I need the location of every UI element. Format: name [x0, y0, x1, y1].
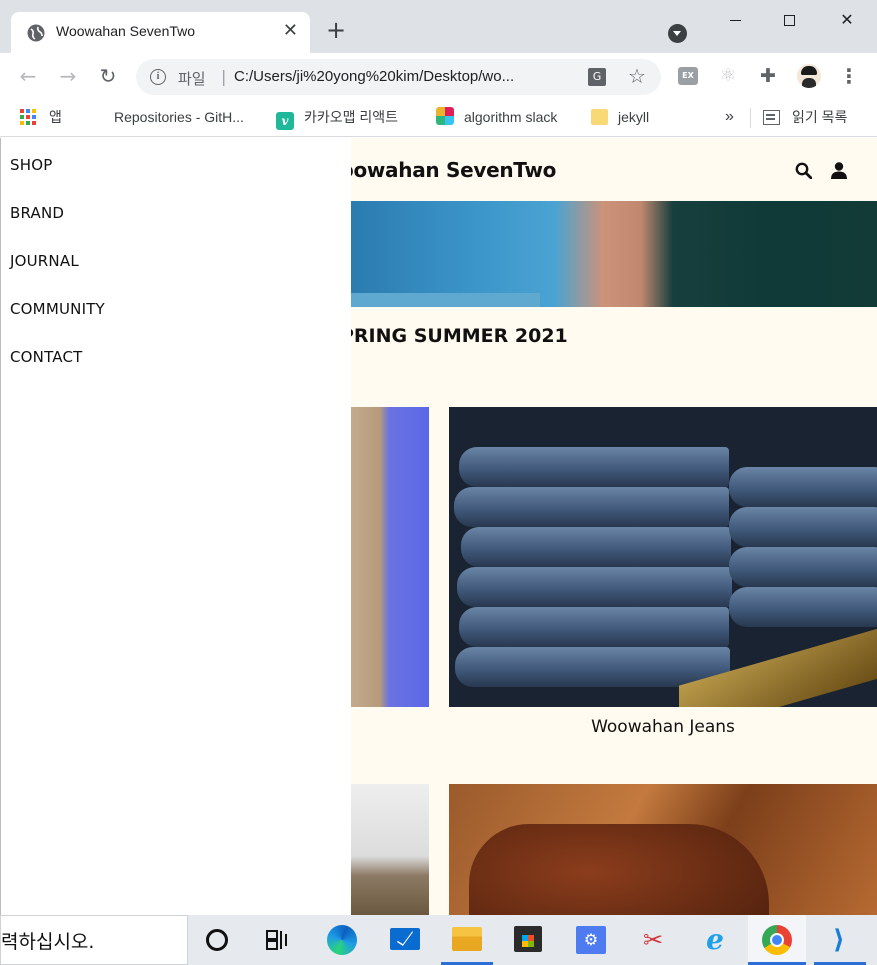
bookmarks-divider	[750, 108, 751, 128]
menu-item-community[interactable]: COMMUNITY	[10, 300, 105, 318]
snip-sketch-icon[interactable]: ✂	[638, 925, 668, 955]
bookmark-jekyll[interactable]: jekyll	[591, 107, 649, 127]
menu-item-brand[interactable]: BRAND	[10, 204, 64, 222]
side-menu: SHOP BRAND JOURNAL COMMUNITY CONTACT	[0, 138, 351, 915]
cortana-icon[interactable]	[206, 929, 228, 951]
globe-icon	[27, 24, 45, 42]
task-view-icon[interactable]	[266, 930, 290, 950]
tab-title: Woowahan SevenTwo	[56, 23, 196, 39]
reload-icon[interactable]: ↻	[96, 64, 120, 88]
jeans-fold	[459, 607, 729, 647]
bookmark-kakaomap[interactable]: v 카카오맵 리액트	[276, 107, 399, 130]
bookmark-algorithm-slack[interactable]: algorithm slack	[436, 107, 557, 127]
bookmark-label: jekyll	[618, 109, 650, 125]
profile-avatar[interactable]	[797, 64, 821, 88]
site-title[interactable]: oowahan SevenTwo	[340, 158, 556, 182]
slack-icon	[436, 107, 454, 125]
shirt-product-image[interactable]	[340, 407, 429, 707]
url-text[interactable]: C:/Users/ji%20yong%20kim/Desktop/wo...	[234, 68, 574, 85]
url-scheme: 파일	[178, 70, 206, 88]
extensions-puzzle-icon[interactable]: ✚	[757, 65, 779, 87]
bookmark-label: Repositories - GitH...	[114, 109, 244, 125]
jeans-fold	[729, 587, 877, 627]
jeans-fold	[454, 487, 729, 527]
jeans-fold	[729, 507, 877, 547]
taskbar-search-placeholder: 력하십시오.	[1, 931, 95, 953]
react-devtools-icon[interactable]: ⚛	[717, 65, 739, 87]
tab-close-icon[interactable]: ✕	[283, 20, 298, 42]
boots-product-image[interactable]	[449, 784, 877, 915]
translate-icon[interactable]: G	[588, 68, 606, 86]
folder-icon	[591, 109, 608, 125]
bookmark-repositories[interactable]: Repositories - GitH...	[114, 107, 244, 127]
internet-explorer-icon[interactable]: e	[700, 925, 730, 955]
jeans-caption[interactable]: Woowahan Jeans	[449, 717, 877, 737]
url-separator: |	[221, 67, 227, 86]
reading-list-button[interactable]: 읽기 목록	[763, 107, 847, 127]
menu-item-contact[interactable]: CONTACT	[10, 348, 83, 366]
apps-grid-icon	[20, 109, 36, 125]
new-tab-button[interactable]: +	[326, 18, 346, 42]
bookmarks-bar: 앱 Repositories - GitH... v 카카오맵 리액트 algor…	[0, 99, 877, 137]
tab-search-icon[interactable]	[668, 24, 687, 43]
hero-image	[340, 201, 877, 307]
maximize-button[interactable]	[766, 6, 812, 34]
bookmark-apps-label: 앱	[49, 109, 62, 125]
close-window-button[interactable]: ✕	[824, 6, 870, 34]
file-explorer-icon[interactable]	[452, 927, 482, 951]
bookmarks-overflow-button[interactable]: »	[725, 107, 734, 127]
bookmark-star-icon[interactable]: ☆	[628, 64, 646, 88]
reading-list-label: 읽기 목록	[792, 109, 848, 125]
vscode-icon[interactable]: ⟩	[824, 925, 854, 955]
reading-list-icon	[763, 110, 780, 125]
jeans-fold	[461, 527, 731, 567]
edge-icon[interactable]	[327, 925, 357, 955]
info-icon[interactable]: i	[150, 69, 166, 85]
user-icon[interactable]	[831, 162, 847, 179]
chair-product-image[interactable]	[340, 784, 429, 915]
browser-toolbar: ← → ↻ i 파일 | C:/Users/ji%20yong%20kim/De…	[0, 53, 877, 99]
search-icon[interactable]	[795, 162, 812, 179]
taskbar-search-box[interactable]: 력하십시오.	[0, 915, 188, 965]
bookmark-label: 카카오맵 리액트	[304, 109, 399, 125]
browser-tab[interactable]: Woowahan SevenTwo ✕	[11, 12, 310, 53]
tab-strip: Woowahan SevenTwo ✕ + ✕	[0, 0, 877, 53]
forward-arrow-icon[interactable]: →	[56, 64, 80, 88]
extension-ex-icon[interactable]: EX	[678, 67, 698, 85]
windows-taskbar: 력하십시오. ⚙ ✂ e ⟩	[0, 915, 877, 965]
jeans-product-image[interactable]	[449, 407, 877, 707]
hero-dress-hem	[340, 293, 540, 307]
jeans-fold	[729, 467, 877, 507]
jeans-fold	[459, 447, 729, 487]
season-heading: PRING SUMMER 2021	[340, 325, 568, 347]
settings-gear-icon[interactable]: ⚙	[576, 926, 606, 954]
bookmark-label: algorithm slack	[464, 109, 558, 125]
address-bar[interactable]: i 파일 | C:/Users/ji%20yong%20kim/Desktop/…	[136, 59, 661, 95]
menu-item-shop[interactable]: SHOP	[10, 156, 52, 174]
chrome-icon[interactable]	[762, 925, 792, 955]
v-icon: v	[276, 112, 294, 130]
menu-item-journal[interactable]: JOURNAL	[10, 252, 79, 270]
mail-icon[interactable]	[390, 928, 420, 950]
back-arrow-icon[interactable]: ←	[16, 64, 40, 88]
jeans-fold	[457, 567, 732, 607]
kebab-menu-icon[interactable]: ⋮	[838, 65, 860, 87]
boot-shape	[469, 824, 769, 915]
jeans-fold	[455, 647, 730, 687]
jeans-fold	[729, 547, 877, 587]
minimize-button[interactable]	[712, 6, 758, 34]
store-icon[interactable]	[514, 926, 542, 952]
bookmark-apps[interactable]: 앱	[20, 107, 62, 127]
